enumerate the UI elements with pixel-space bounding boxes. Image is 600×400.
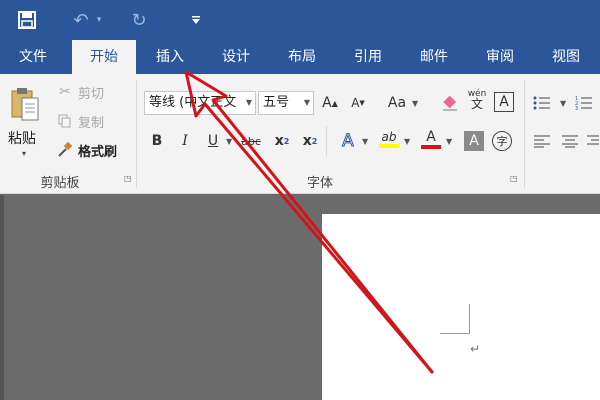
character-shading-button[interactable]: A: [464, 131, 484, 151]
group-divider: [136, 80, 137, 188]
subscript-label: x: [274, 133, 284, 149]
ribbon-tabs: 文件 开始 插入 设计 布局 引用 邮件 审阅 视图: [0, 40, 600, 74]
clipboard-group-label: 剪贴板: [40, 176, 80, 191]
highlight-label: ab: [381, 130, 397, 144]
title-bar: ↶ ▾ ↻: [0, 0, 600, 40]
arrow-down-icon: ▼: [359, 99, 365, 107]
enclose-characters-label: 字: [496, 135, 508, 148]
font-size-value: 五号: [263, 95, 290, 110]
align-center-icon[interactable]: [560, 130, 580, 152]
text-effects-button[interactable]: A: [338, 130, 358, 152]
scissors-icon: ✂: [59, 84, 71, 100]
font-name-combo[interactable]: 等线 (中文正文 ▼: [144, 91, 256, 115]
change-case-label: Aa: [387, 95, 407, 111]
font-name-value: 等线 (中文正文: [149, 95, 237, 110]
chevron-down-icon[interactable]: ▼: [560, 99, 566, 108]
margin-corner-marker: [440, 304, 470, 334]
superscript-mark: 2: [311, 136, 318, 146]
tab-review[interactable]: 审阅: [470, 40, 530, 74]
paste-button[interactable]: 粘贴: [8, 128, 36, 148]
underline-label: U: [207, 133, 219, 149]
underline-button[interactable]: U: [204, 130, 222, 152]
font-color-button[interactable]: A: [420, 128, 442, 150]
format-painter-button[interactable]: 格式刷: [56, 140, 117, 160]
superscript-button[interactable]: x2: [300, 130, 320, 152]
chevron-down-icon[interactable]: ▼: [412, 99, 418, 108]
chevron-down-icon[interactable]: ▼: [304, 92, 310, 114]
highlight-color-swatch: [379, 144, 399, 148]
paste-icon[interactable]: [10, 86, 40, 122]
chevron-down-icon[interactable]: ▼: [246, 92, 252, 114]
align-left-icon[interactable]: [532, 130, 552, 152]
group-divider: [326, 126, 327, 156]
subscript-mark: 2: [283, 136, 290, 146]
copy-icon: [56, 112, 74, 130]
tab-references[interactable]: 引用: [338, 40, 398, 74]
bold-label: B: [151, 133, 163, 149]
font-group-label: 字体: [306, 176, 333, 191]
chevron-down-icon[interactable]: ▼: [404, 137, 410, 146]
arrow-up-icon: ▲: [331, 98, 338, 108]
svg-text:3: 3: [575, 106, 578, 111]
eraser-icon: [443, 95, 457, 111]
italic-button[interactable]: I: [176, 130, 194, 152]
group-divider: [524, 80, 525, 188]
ribbon-home: 粘贴 ▾ ✂ 剪切 复制 格式刷 剪贴板 ◳ 等线 (中文正文 ▼ 五号 ▼ A…: [0, 74, 600, 194]
phonetic-guide-button[interactable]: wén 文: [466, 88, 488, 110]
bullets-icon[interactable]: [532, 92, 552, 114]
numbering-icon[interactable]: 123: [574, 92, 594, 114]
format-painter-label: 格式刷: [78, 144, 118, 160]
subscript-button[interactable]: x2: [272, 130, 292, 152]
grow-font-label: A: [322, 95, 332, 111]
enclose-characters-button[interactable]: 字: [492, 131, 512, 151]
character-shading-label: A: [469, 133, 479, 149]
tab-view[interactable]: 视图: [536, 40, 596, 74]
bold-button[interactable]: B: [148, 130, 166, 152]
character-border-button[interactable]: A: [494, 92, 514, 112]
font-color-label: A: [426, 129, 436, 145]
tab-insert[interactable]: 插入: [140, 40, 200, 74]
highlight-button[interactable]: ab: [378, 128, 400, 150]
strikethrough-label: abc: [241, 134, 261, 148]
clipboard-launcher-icon[interactable]: ◳: [124, 174, 134, 184]
superscript-label: x: [302, 133, 312, 149]
undo-dropdown-icon[interactable]: ▾: [93, 8, 105, 32]
save-icon[interactable]: [14, 8, 40, 32]
font-size-combo[interactable]: 五号 ▼: [258, 91, 314, 115]
tab-design[interactable]: 设计: [206, 40, 266, 74]
copy-label: 复制: [78, 115, 105, 131]
undo-icon[interactable]: ↶: [70, 8, 92, 32]
clear-formatting-button[interactable]: [440, 92, 460, 114]
copy-button[interactable]: 复制: [56, 111, 104, 131]
customize-icon[interactable]: [188, 8, 204, 32]
chevron-down-icon[interactable]: ▼: [446, 137, 452, 146]
font-color-swatch: [421, 145, 441, 149]
italic-label: I: [182, 133, 188, 149]
cut-label: 剪切: [78, 86, 105, 102]
redo-icon[interactable]: ↻: [128, 8, 150, 32]
strikethrough-button[interactable]: abc: [238, 130, 264, 152]
shrink-font-button[interactable]: A ▼: [348, 92, 368, 114]
paragraph-mark: ↵: [470, 342, 481, 356]
tab-file[interactable]: 文件: [4, 40, 62, 74]
cut-button[interactable]: ✂ 剪切: [56, 82, 104, 102]
chevron-down-icon[interactable]: ▼: [226, 137, 232, 146]
tab-mailings[interactable]: 邮件: [404, 40, 464, 74]
shrink-font-label: A: [351, 96, 360, 110]
paintbrush-icon: [56, 141, 74, 159]
change-case-button[interactable]: Aa: [384, 92, 410, 114]
window-edge: [0, 195, 4, 400]
character-border-label: A: [499, 94, 509, 110]
align-right-icon[interactable]: [586, 130, 600, 152]
pinyin-char: 文: [470, 97, 483, 111]
chevron-down-icon[interactable]: ▼: [362, 137, 368, 146]
text-effects-label: A: [342, 131, 355, 152]
tab-layout[interactable]: 布局: [272, 40, 332, 74]
paste-dropdown-icon[interactable]: ▾: [22, 149, 26, 158]
tab-home[interactable]: 开始: [72, 40, 136, 74]
grow-font-button[interactable]: A ▲: [320, 92, 340, 114]
font-launcher-icon[interactable]: ◳: [510, 174, 520, 184]
